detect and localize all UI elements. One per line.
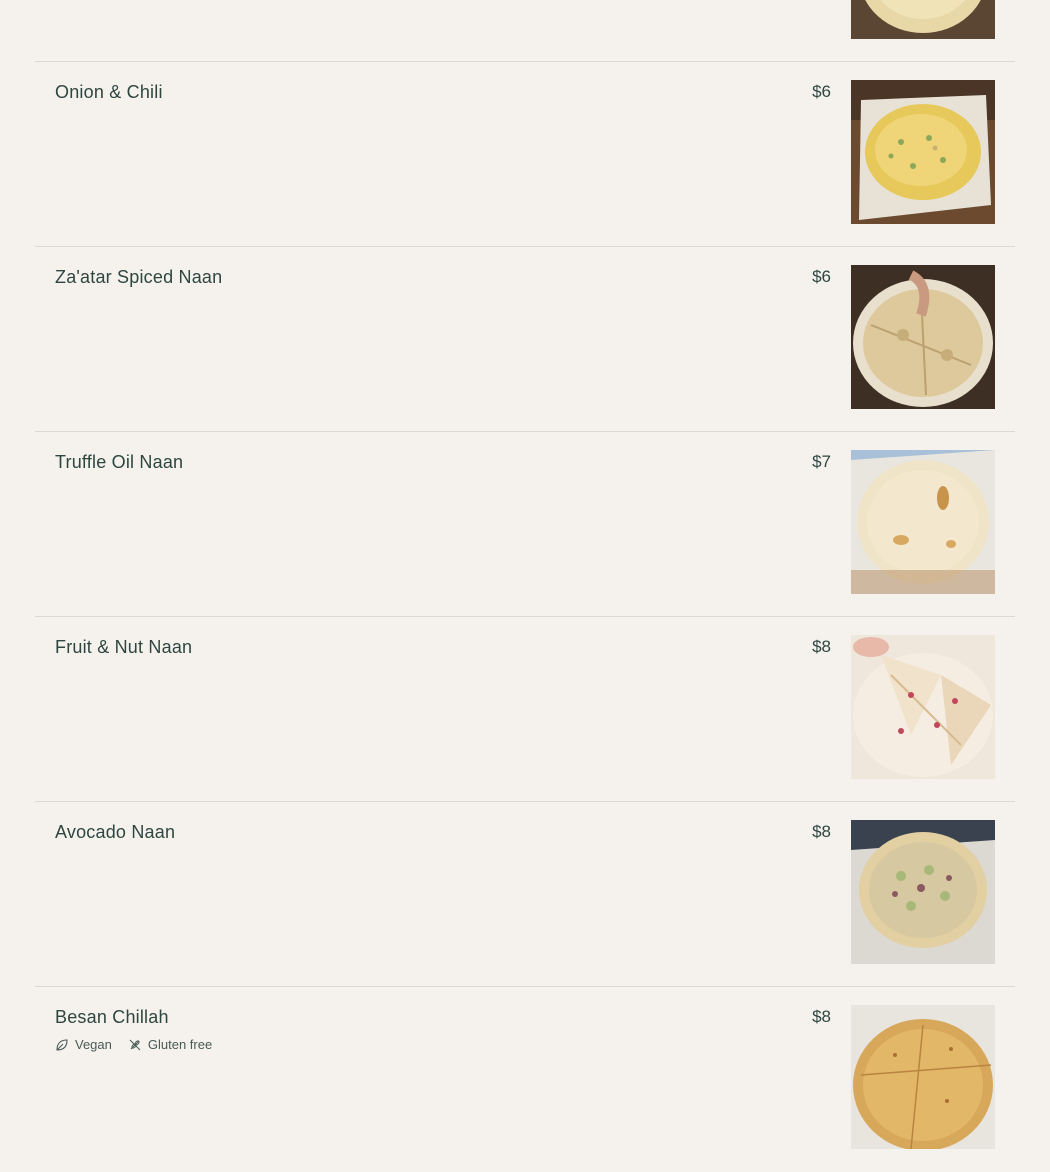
item-photo[interactable] — [851, 0, 995, 39]
item-name: Onion & Chili — [55, 82, 163, 102]
item-photo[interactable] — [851, 80, 995, 224]
tag-vegan: Vegan — [55, 1037, 112, 1052]
menu-item[interactable]: Avocado Naan $8 — [35, 802, 1015, 987]
menu-item[interactable]: Onion & Chili $6 — [35, 62, 1015, 247]
item-price: $6 — [812, 267, 831, 286]
item-photo[interactable] — [851, 820, 995, 964]
menu-item[interactable]: Besan Chillah $8 Vegan Gluten free — [35, 987, 1015, 1172]
item-photo[interactable] — [851, 1005, 995, 1149]
item-name: Truffle Oil Naan — [55, 452, 184, 472]
item-price: $8 — [812, 637, 831, 656]
menu-item[interactable] — [35, 0, 1015, 62]
dietary-tags: Vegan Gluten free — [55, 1037, 212, 1052]
menu-list: Onion & Chili $6 Za'atar Spiced Naan $6 — [35, 0, 1015, 1172]
item-price: $8 — [812, 1007, 831, 1026]
tag-gluten-free: Gluten free — [128, 1037, 212, 1052]
leaf-icon — [56, 1038, 68, 1051]
item-name: Avocado Naan — [55, 822, 176, 842]
item-price: $7 — [812, 452, 831, 471]
tag-label: Vegan — [75, 1037, 112, 1052]
menu-item[interactable]: Truffle Oil Naan $7 — [35, 432, 1015, 617]
item-name: Fruit & Nut Naan — [55, 637, 193, 657]
menu-item[interactable]: Fruit & Nut Naan $8 — [35, 617, 1015, 802]
item-photo[interactable] — [851, 450, 995, 594]
no-wheat-icon — [129, 1039, 141, 1050]
item-name: Besan Chillah — [55, 1007, 169, 1027]
item-photo[interactable] — [851, 635, 995, 779]
tag-label: Gluten free — [147, 1037, 213, 1052]
item-price: $8 — [812, 822, 831, 841]
item-name: Za'atar Spiced Naan — [55, 267, 223, 287]
menu-item[interactable]: Za'atar Spiced Naan $6 — [35, 247, 1015, 432]
item-photo[interactable] — [851, 265, 995, 409]
item-price: $6 — [812, 82, 831, 101]
